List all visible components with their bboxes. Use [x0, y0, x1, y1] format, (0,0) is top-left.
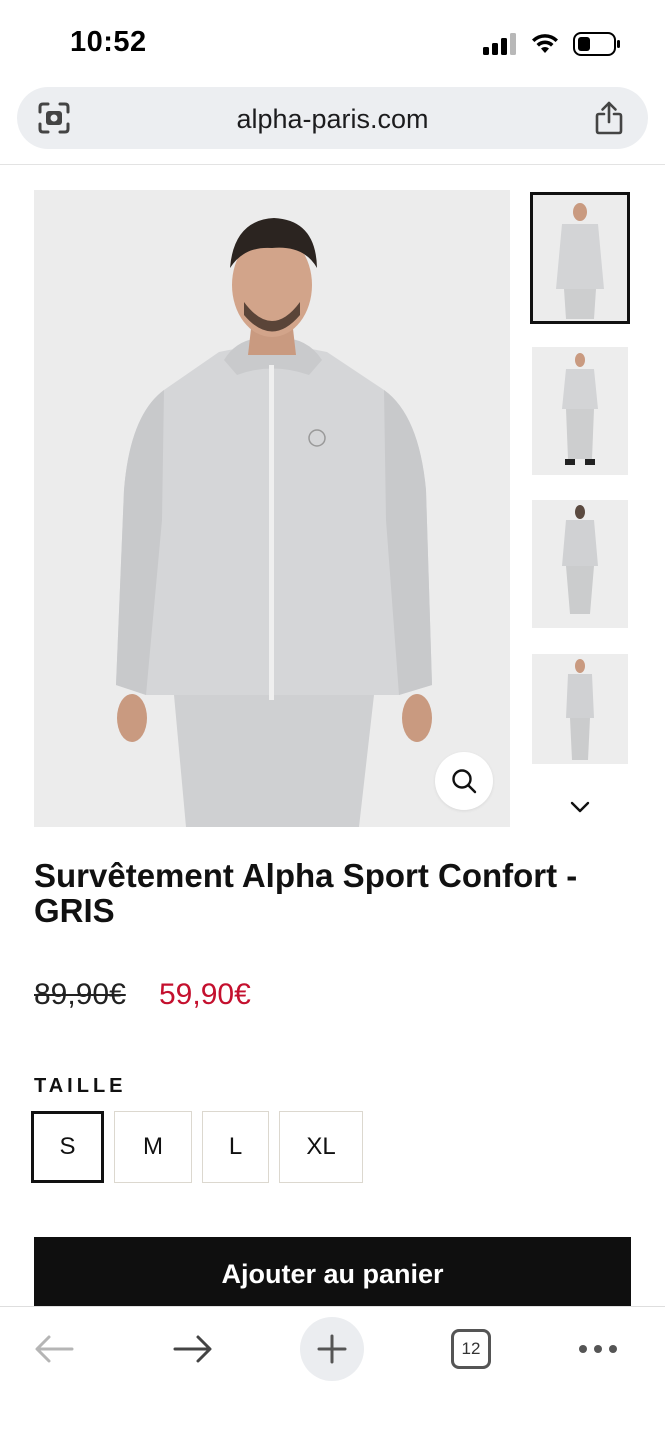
zoom-button[interactable]: [435, 752, 493, 810]
status-time: 10:52: [70, 26, 147, 58]
thumbnail-3[interactable]: [532, 500, 628, 628]
size-option-l[interactable]: L: [202, 1111, 269, 1183]
sale-price: 59,90€: [159, 978, 251, 1011]
size-option-s[interactable]: S: [31, 1111, 104, 1183]
forward-button[interactable]: [161, 1317, 225, 1381]
tabs-button[interactable]: 12: [439, 1317, 503, 1381]
thumbnail-photo: [532, 654, 628, 764]
tabs-icon: 12: [451, 1329, 491, 1369]
thumbnail-2[interactable]: [532, 347, 628, 475]
thumbnail-photo: [532, 194, 628, 322]
status-icons: [483, 30, 621, 58]
back-button[interactable]: [22, 1317, 86, 1381]
address-bar[interactable]: alpha-paris.com: [17, 87, 648, 149]
product-title: Survêtement Alpha Sport Confort - GRIS: [34, 857, 578, 929]
more-button[interactable]: [566, 1317, 630, 1381]
share-icon[interactable]: [594, 100, 624, 136]
magnifier-icon: [452, 769, 477, 794]
model-photo: [34, 190, 510, 827]
more-dots-icon: [579, 1345, 617, 1353]
divider: [0, 164, 665, 165]
size-selector: S M L XL: [31, 1111, 363, 1183]
size-option-m[interactable]: M: [114, 1111, 192, 1183]
thumbnail-4[interactable]: [532, 654, 628, 764]
size-option-xl[interactable]: XL: [279, 1111, 363, 1183]
size-label: TAILLE: [34, 1075, 127, 1097]
main-product-image[interactable]: [34, 190, 510, 827]
thumbnail-photo: [532, 500, 628, 628]
thumbnail-1[interactable]: [530, 192, 630, 324]
browser-toolbar: 12: [0, 1306, 665, 1440]
back-arrow-icon: [35, 1335, 74, 1363]
forward-arrow-icon: [173, 1335, 212, 1363]
tab-count: 12: [461, 1339, 481, 1358]
original-price: 89,90€: [34, 978, 126, 1011]
thumbnails-scroll-down[interactable]: [565, 795, 595, 819]
thumbnail-photo: [532, 347, 628, 475]
chevron-down-icon: [570, 801, 590, 813]
battery-icon: [573, 32, 620, 56]
status-bar: 10:52: [0, 0, 665, 84]
wifi-icon: [532, 34, 558, 53]
plus-icon: [317, 1334, 347, 1364]
add-to-cart-button[interactable]: Ajouter au panier: [34, 1237, 631, 1309]
new-tab-button[interactable]: [300, 1317, 364, 1381]
cellular-signal-icon: [483, 33, 516, 55]
url-text[interactable]: alpha-paris.com: [17, 104, 648, 135]
